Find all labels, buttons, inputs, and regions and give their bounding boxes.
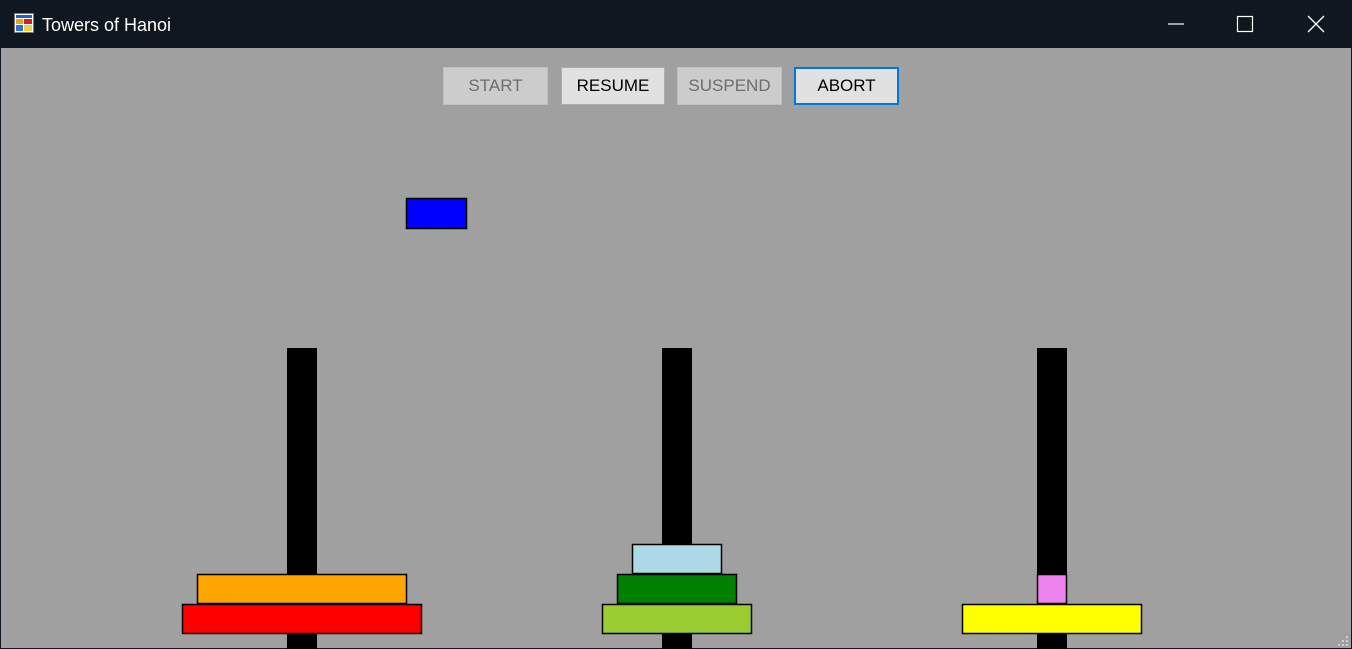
resize-grip-icon[interactable] [1336, 634, 1350, 648]
close-icon [1307, 15, 1325, 33]
maximize-button[interactable] [1211, 0, 1279, 48]
app-window: Towers of Hanoi START RESUME SUSPEND ABO… [0, 0, 1352, 649]
resume-button[interactable]: RESUME [561, 67, 665, 105]
window-edge [1337, 48, 1351, 648]
minimize-button[interactable] [1142, 0, 1210, 48]
title-bar[interactable]: Towers of Hanoi [0, 0, 1352, 48]
client-area [1, 48, 1337, 648]
abort-button[interactable]: ABORT [794, 67, 899, 105]
suspend-button[interactable]: SUSPEND [677, 67, 782, 105]
window-title: Towers of Hanoi [42, 15, 172, 35]
app-window-icon [14, 13, 34, 33]
start-button[interactable]: START [443, 67, 548, 105]
minimize-icon [1168, 23, 1184, 25]
close-button[interactable] [1280, 0, 1352, 48]
maximize-icon [1236, 15, 1254, 33]
